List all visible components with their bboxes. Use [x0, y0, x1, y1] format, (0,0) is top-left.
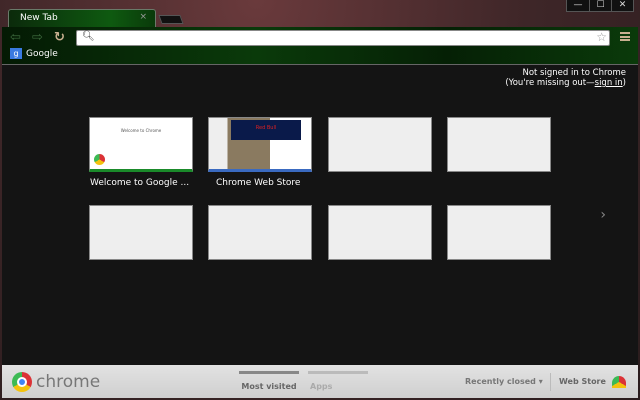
toolbar: ⇦ ⇨ ↻ 🔍︎ ☆ g Google	[2, 27, 638, 65]
bookmark-label: Google	[26, 48, 58, 59]
maximize-button[interactable]: ☐	[589, 0, 611, 11]
chrome-icon	[94, 154, 105, 165]
signin-text-end: )	[622, 78, 626, 88]
signin-status: Not signed in to Chrome	[522, 68, 626, 78]
footer-bar: chrome Most visited Apps Recently closed…	[2, 365, 638, 398]
tab-most-visited[interactable]: Most visited	[239, 371, 299, 391]
tab-title: New Tab	[20, 13, 58, 23]
back-icon[interactable]: ⇦	[10, 30, 21, 45]
search-icon: 🔍︎	[82, 31, 95, 42]
next-page-chevron-icon[interactable]: ›	[600, 207, 606, 223]
reload-icon[interactable]: ↻	[54, 30, 65, 45]
logo-text: chrome	[36, 372, 101, 392]
new-tab-page: Not signed in to Chrome (You're missing …	[2, 65, 638, 365]
google-icon: g	[10, 48, 22, 59]
tile-empty[interactable]	[447, 117, 551, 172]
new-tab-button[interactable]	[158, 15, 184, 24]
chrome-logo: chrome	[12, 372, 100, 392]
tab-close-icon[interactable]: ×	[139, 12, 147, 22]
tile-label[interactable]: Welcome to Google ...	[90, 178, 200, 188]
tab-new-tab[interactable]: New Tab ×	[8, 9, 156, 28]
web-store-link[interactable]: Web Store	[559, 377, 606, 386]
signin-promo: Not signed in to Chrome (You're missing …	[505, 68, 626, 88]
recently-closed-menu[interactable]: Recently closed ▾	[465, 377, 543, 386]
bookmark-google[interactable]: g Google	[10, 48, 58, 59]
tile-label[interactable]: Chrome Web Store	[216, 178, 326, 188]
web-store-icon[interactable]	[612, 376, 626, 388]
tab-apps[interactable]: Apps	[308, 371, 368, 391]
divider	[550, 373, 551, 391]
close-window-button[interactable]: ✕	[611, 0, 633, 11]
forward-icon[interactable]: ⇨	[32, 30, 43, 45]
window-controls: — ☐ ✕	[566, 0, 634, 12]
star-icon[interactable]: ☆	[596, 30, 607, 44]
tile-welcome[interactable]: Welcome to Chrome	[89, 117, 193, 172]
chrome-icon	[12, 372, 32, 392]
sign-in-link[interactable]: sign in	[595, 78, 623, 88]
thumb-title: Red Bull	[255, 125, 277, 131]
thumb-title: Welcome to Chrome	[120, 128, 162, 133]
tile-web-store[interactable]: Red Bull	[208, 117, 312, 172]
tile-empty[interactable]	[328, 205, 432, 260]
signin-text: (You're missing out—	[505, 78, 595, 88]
tile-empty[interactable]	[447, 205, 551, 260]
omnibox[interactable]: 🔍︎ ☆	[76, 30, 610, 46]
tile-empty[interactable]	[208, 205, 312, 260]
menu-icon[interactable]	[620, 32, 630, 41]
minimize-button[interactable]: —	[567, 0, 589, 11]
tile-empty[interactable]	[89, 205, 193, 260]
tile-empty[interactable]	[328, 117, 432, 172]
